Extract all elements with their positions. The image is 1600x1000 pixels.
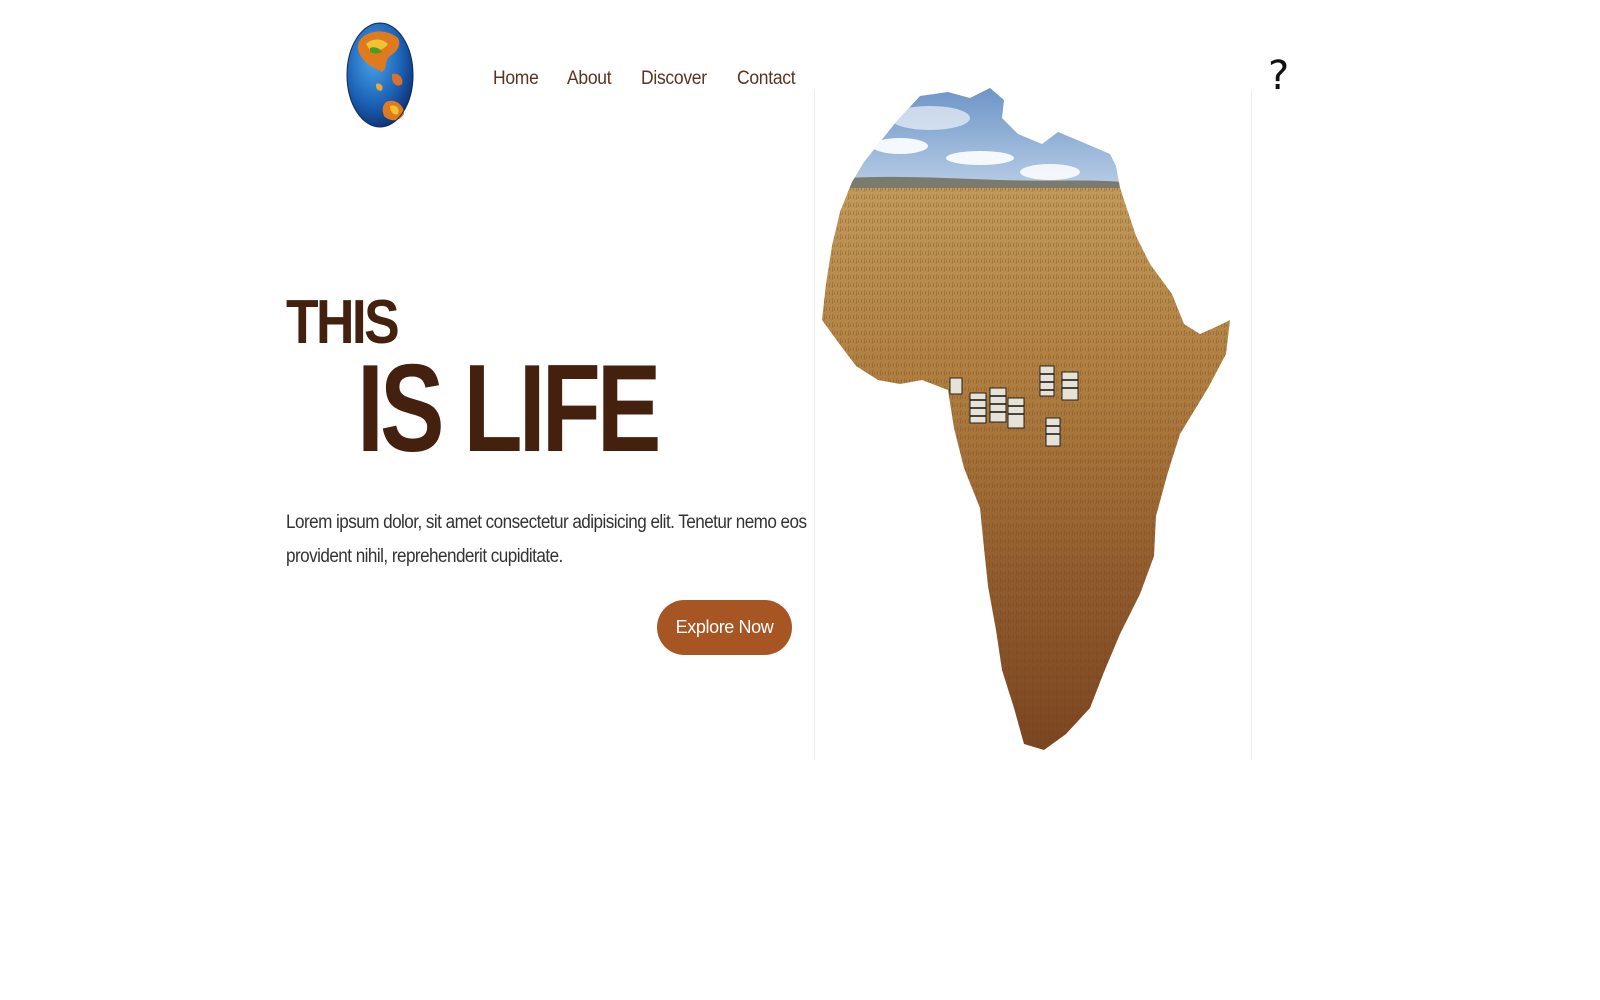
main-nav: Home About Discover Contact <box>493 68 801 90</box>
hero-title-line2: IS LIFE <box>357 340 661 478</box>
question-mark-icon[interactable]: ? <box>1268 56 1289 96</box>
panel-divider-left <box>814 90 815 760</box>
landing-page: Home About Discover Contact ? THIS IS LI… <box>0 0 1600 1000</box>
africa-map-image <box>820 88 1252 764</box>
nav-link-about[interactable]: About <box>567 68 612 90</box>
hero-description: Lorem ipsum dolor, sit amet consectetur … <box>286 512 807 567</box>
explore-now-button[interactable]: Explore Now <box>657 600 792 655</box>
globe-logo-icon[interactable] <box>346 22 414 128</box>
nav-link-contact[interactable]: Contact <box>737 68 796 90</box>
nav-link-home[interactable]: Home <box>493 68 539 90</box>
nav-link-discover[interactable]: Discover <box>641 68 707 90</box>
